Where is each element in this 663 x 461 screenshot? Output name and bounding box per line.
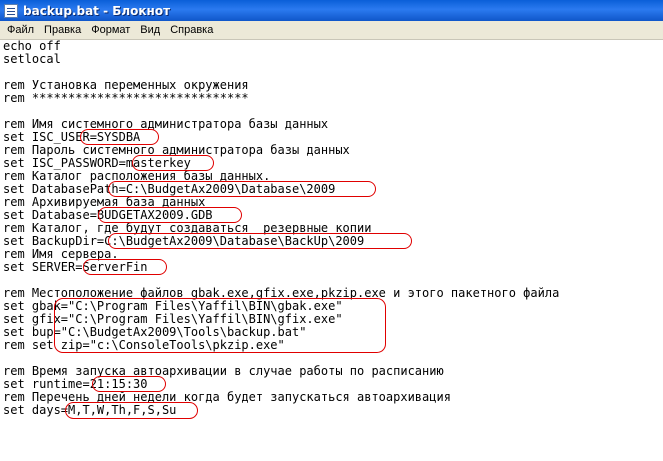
highlight-server-value [83,259,167,275]
highlight-runtime-value [92,376,166,392]
highlight-isc-password-value [132,155,214,171]
menu-view[interactable]: Вид [135,21,165,39]
code-line: rem ****************************** [3,91,249,105]
code-line: setlocal [3,52,61,66]
highlight-database-value [98,207,242,223]
menu-edit[interactable]: Правка [39,21,86,39]
title-bar[interactable]: backup.bat - Блокнот [0,0,663,21]
window-title: backup.bat - Блокнот [23,3,171,18]
highlight-days-value [65,402,198,419]
highlight-isc-user-value [80,129,159,145]
code-line: echo off [3,39,61,53]
menu-file[interactable]: Файл [2,21,39,39]
menu-help[interactable]: Справка [165,21,218,39]
text-editor-area[interactable]: echo off setlocal rem Установка переменн… [0,40,663,461]
highlight-database-path-value [108,181,376,197]
editor-text: echo off setlocal rem Установка переменн… [3,40,559,417]
menu-format[interactable]: Формат [86,21,135,39]
menu-bar: Файл Правка Формат Вид Справка [0,21,663,40]
highlight-tool-paths [54,298,386,353]
notepad-icon [4,3,18,18]
highlight-backup-dir-value [108,233,412,249]
